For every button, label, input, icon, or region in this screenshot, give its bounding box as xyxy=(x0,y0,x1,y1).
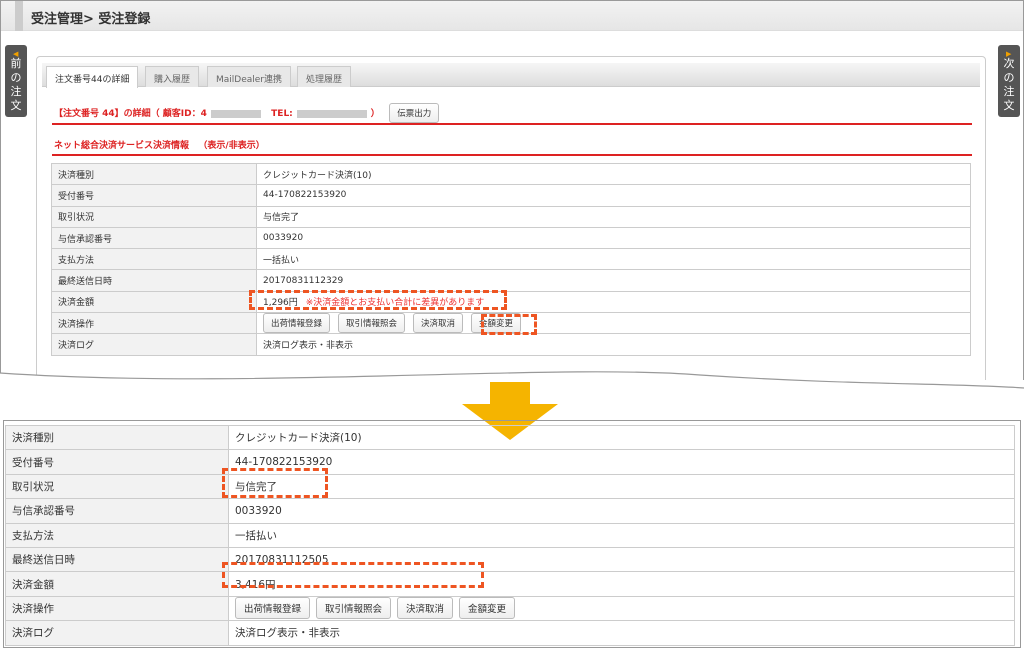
breadcrumb: 受注管理> 受注登録 xyxy=(31,12,151,27)
log-toggle-link[interactable]: 決済ログ表示・非表示 xyxy=(228,620,1015,646)
tab-order-detail[interactable]: 注文番号44の詳細 xyxy=(46,66,139,88)
page-header: 受注管理> 受注登録 xyxy=(1,1,1023,31)
log-toggle-link[interactable]: 決済ログ表示・非表示 xyxy=(256,333,971,356)
table-row: 取引状況 与信完了 xyxy=(51,205,971,228)
table-row: 与信承認番号 0033920 xyxy=(5,498,1015,524)
tab-maildealer[interactable]: MailDealer連携 xyxy=(207,66,292,87)
tab-bar: 注文番号44の詳細 購入履歴 MailDealer連携 処理履歴 xyxy=(42,63,980,88)
payment-table-after: 決済種別 クレジットカード決済(10) 受付番号 44-170822153920 取… xyxy=(5,424,1015,646)
table-row: 決済金額 1,296円 ※決済金額とお支払い合計に差異があります xyxy=(51,290,971,314)
table-row: 決済操作 出荷情報登録 取引情報照会 決済取消 金額変更 xyxy=(5,595,1015,622)
table-row: 決済種別 クレジットカード決済(10) xyxy=(51,162,971,186)
table-row: 決済種別 クレジットカード決済(10) xyxy=(5,424,1015,451)
tab-purchase-history[interactable]: 購入履歴 xyxy=(145,66,200,87)
tab-process-history[interactable]: 処理履歴 xyxy=(297,66,352,87)
next-order-button[interactable]: ▶ 次の注文 xyxy=(998,45,1020,117)
transaction-inquiry-button[interactable]: 取引情報照会 xyxy=(338,313,406,334)
cancel-payment-button[interactable]: 決済取消 xyxy=(397,597,454,620)
table-row: 取引状況 与信完了 xyxy=(5,473,1015,500)
shipping-register-button[interactable]: 出荷情報登録 xyxy=(235,597,311,620)
table-row: 支払方法 一括払い xyxy=(5,522,1015,548)
slip-output-button[interactable]: 伝票出力 xyxy=(389,103,440,123)
prev-order-button[interactable]: ◀ 前の注文 xyxy=(5,45,27,117)
change-amount-button[interactable]: 金額変更 xyxy=(459,597,516,620)
order-title: 【注文番号 44】の詳細（ 顧客ID：4 TEL:） 伝票出力 xyxy=(54,103,440,123)
table-row: 決済金額 3,416円 xyxy=(5,571,1015,597)
table-row: 決済ログ 決済ログ表示・非表示 xyxy=(5,620,1015,646)
payment-table-before: 決済種別 クレジットカード決済(10) 受付番号 44-170822153920 取… xyxy=(51,162,971,356)
arrow-right-icon: ▶ xyxy=(1006,50,1012,58)
amount-warning: ※決済金額とお支払い合計に差異があります xyxy=(305,298,485,309)
table-row: 支払方法 一括払い xyxy=(51,248,971,271)
table-row: 受付番号 44-170822153920 xyxy=(51,184,971,207)
toggle-link[interactable]: （表示/非表示） xyxy=(198,141,264,151)
table-row: 受付番号 44-170822153920 xyxy=(5,449,1015,475)
section-title: ネット総合決済サービス決済情報 （表示/非表示） xyxy=(54,141,265,151)
transaction-inquiry-button[interactable]: 取引情報照会 xyxy=(316,597,392,620)
shipping-register-button[interactable]: 出荷情報登録 xyxy=(263,313,331,334)
table-row: 最終送信日時 20170831112329 xyxy=(51,269,971,292)
table-row: 与信承認番号 0033920 xyxy=(51,226,971,250)
before-screenshot: 受注管理> 受注登録 ◀ 前の注文 ▶ 次の注文 注文番号44の詳細 購入履歴 Ma… xyxy=(0,0,1024,380)
table-row: 最終送信日時 20170831112505 xyxy=(5,546,1015,573)
table-row: 決済操作 出荷情報登録 取引情報照会 決済取消 金額変更 xyxy=(51,312,971,335)
table-row: 決済ログ 決済ログ表示・非表示 xyxy=(51,333,971,356)
change-amount-button[interactable]: 金額変更 xyxy=(471,313,522,334)
arrow-left-icon: ◀ xyxy=(13,50,19,58)
cancel-payment-button[interactable]: 決済取消 xyxy=(413,313,464,334)
